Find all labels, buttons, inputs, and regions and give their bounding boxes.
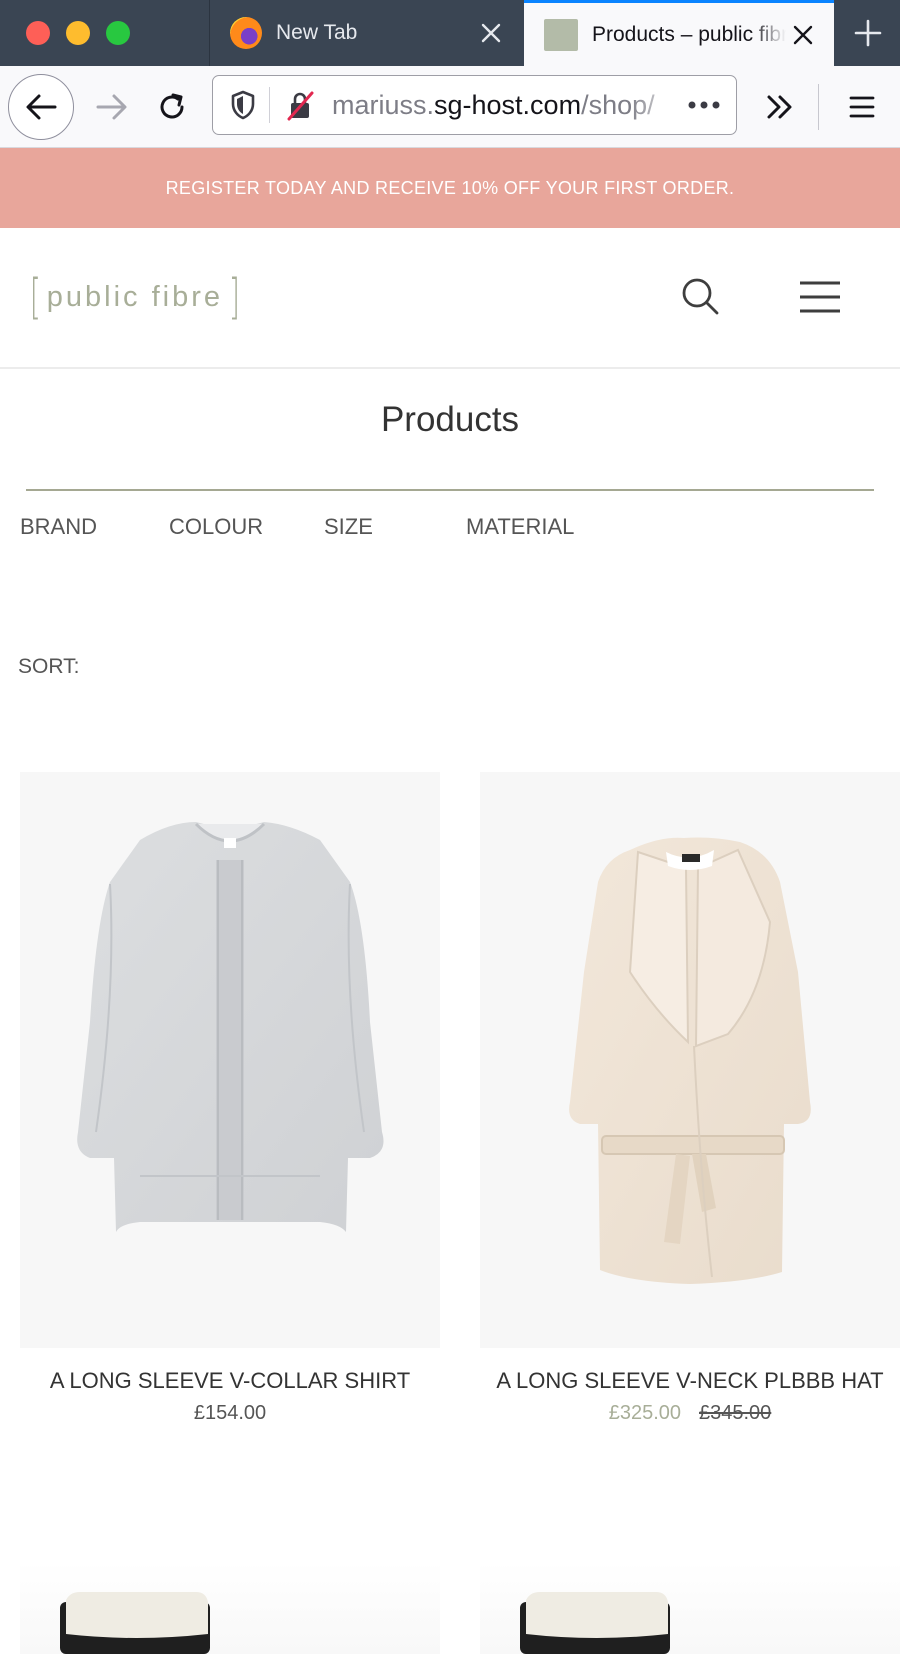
close-window-button[interactable] <box>26 21 50 45</box>
promo-text: REGISTER TODAY AND RECEIVE 10% OFF YOUR … <box>165 177 735 198</box>
close-tab-icon[interactable] <box>474 16 508 50</box>
tab-title: New Tab <box>276 21 358 44</box>
site-header: [ public fibre ] <box>0 228 900 369</box>
tab-products[interactable]: Products – public fibre <box>524 0 834 66</box>
plus-icon <box>854 19 882 47</box>
browser-navigation-bar: mariuss.sg-host.com/shop/ <box>0 66 900 148</box>
logo-bracket-close: ] <box>228 269 240 325</box>
filter-colour[interactable]: COLOUR <box>169 514 263 540</box>
new-tab-button[interactable] <box>836 0 900 66</box>
page-title: Products <box>380 400 520 439</box>
url-host: sg-host.com <box>434 89 582 120</box>
product-name[interactable]: A LONG SLEEVE V-NECK PLBBB HAT <box>460 1368 900 1394</box>
price: £154.00 <box>193 1402 267 1424</box>
hamburger-icon <box>800 281 840 313</box>
sale-price: £325.00 <box>608 1402 681 1424</box>
arrow-right-icon <box>96 94 127 120</box>
product-card-partial[interactable] <box>20 1562 440 1654</box>
grey-coat-image[interactable] <box>20 772 440 1348</box>
product-image-partial <box>60 1592 210 1654</box>
site-swatch-icon <box>544 18 578 51</box>
title-divider <box>26 489 874 491</box>
original-price: £345.00 <box>699 1402 772 1424</box>
url-text[interactable]: mariuss.sg-host.com/shop/ <box>332 90 682 121</box>
browser-tab-bar: New Tab Products – public fibre <box>0 0 900 66</box>
product-card-partial[interactable] <box>480 1562 900 1654</box>
firefox-icon <box>230 17 262 49</box>
insecure-lock-icon[interactable] <box>282 87 318 123</box>
tab-new-tab[interactable]: New Tab <box>210 0 522 66</box>
toolbar-separator <box>818 84 819 130</box>
filter-size[interactable]: SIZE <box>324 514 373 540</box>
url-path: /shop/ <box>581 89 655 120</box>
product-image-partial <box>520 1592 670 1654</box>
product-card[interactable]: A LONG SLEEVE V-NECK PLBBB HAT £325.00 £3… <box>480 772 900 1424</box>
tracking-protection-shield-icon[interactable] <box>225 87 261 123</box>
reload-button[interactable] <box>144 74 200 140</box>
double-chevron-right-icon <box>767 95 792 119</box>
product-name[interactable]: A LONG SLEEVE V-COLLAR SHIRT <box>0 1368 460 1394</box>
url-prefix: mariuss. <box>332 89 435 120</box>
logo-bracket-open: [ <box>29 269 41 325</box>
sort-label[interactable]: SORT: <box>18 655 79 679</box>
arrow-left-icon <box>26 94 57 120</box>
product-card[interactable]: A LONG SLEEVE V-COLLAR SHIRT £154.00 <box>20 772 440 1424</box>
url-divider <box>269 87 270 123</box>
logo-text: public fibre <box>46 280 223 313</box>
toolbar-overflow-button[interactable] <box>752 74 808 140</box>
page-actions-icon[interactable] <box>682 83 726 127</box>
site-menu-button[interactable] <box>792 274 848 320</box>
product-price: £154.00 <box>20 1402 440 1425</box>
product-price: £325.00 £345.00 <box>480 1402 900 1425</box>
promo-banner[interactable]: REGISTER TODAY AND RECEIVE 10% OFF YOUR … <box>0 148 900 228</box>
site-search-button[interactable] <box>674 270 726 322</box>
forward-button[interactable] <box>84 74 140 140</box>
filter-material[interactable]: MATERIAL <box>466 514 574 540</box>
tab-title: Products – public fibre <box>592 22 786 46</box>
menu-icon <box>849 96 875 118</box>
filter-brand[interactable]: BRAND <box>20 514 97 540</box>
reload-icon <box>160 93 184 119</box>
address-bar[interactable]: mariuss.sg-host.com/shop/ <box>212 75 737 135</box>
site-logo[interactable]: [ public fibre ] <box>26 269 244 325</box>
cream-belted-coat-image[interactable] <box>480 772 900 1348</box>
browser-menu-button[interactable] <box>832 74 892 140</box>
minimize-window-button[interactable] <box>66 21 90 45</box>
search-icon <box>682 278 719 315</box>
zoom-window-button[interactable] <box>106 21 130 45</box>
back-button[interactable] <box>8 74 74 140</box>
close-tab-icon[interactable] <box>786 18 820 52</box>
